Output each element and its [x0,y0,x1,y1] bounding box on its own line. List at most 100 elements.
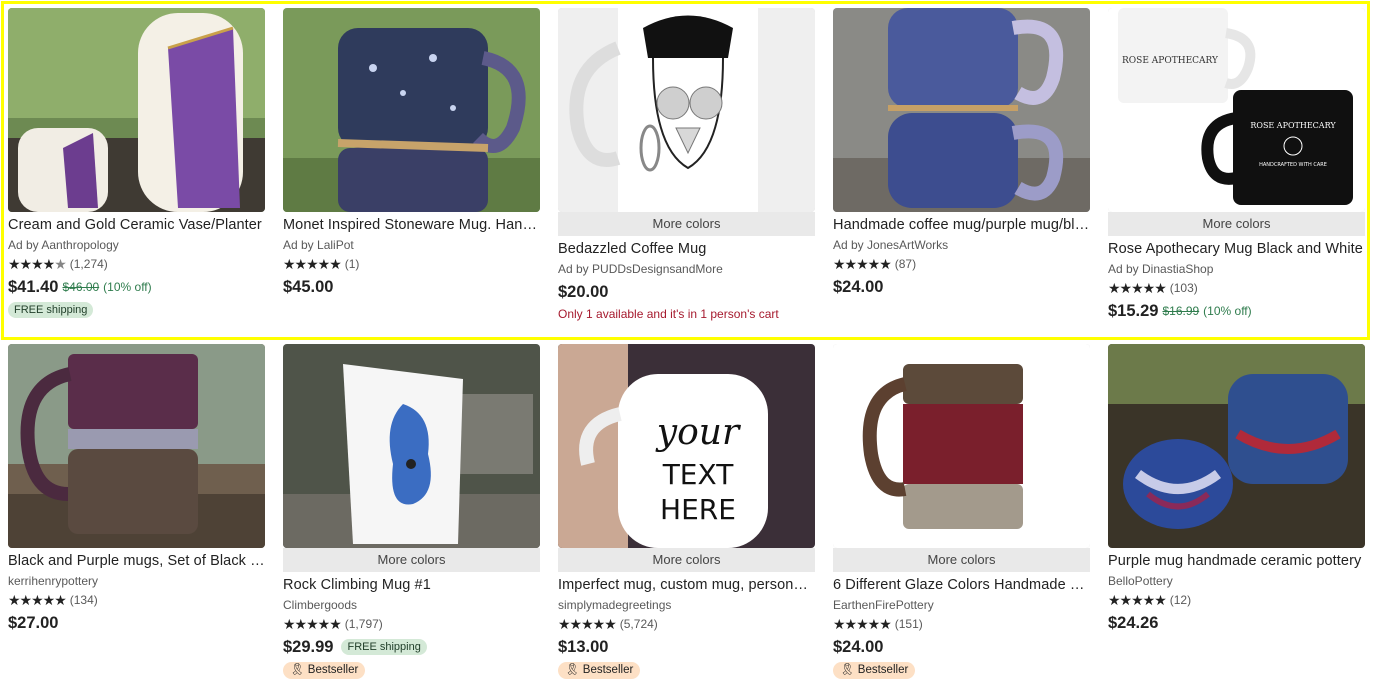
listing-image[interactable] [833,8,1090,212]
stars-icon: ★★★★★ [833,256,892,272]
bestseller-badge: 🎗 Bestseller [283,662,366,679]
price: $24.00 [833,277,884,296]
shop-name: Ad by DinastiaShop [1108,262,1214,276]
listing-image[interactable] [833,344,1090,548]
rating: ★★★★★ (151) [833,616,1090,632]
listing-card[interactable]: Cream and Gold Ceramic Vase/Planter Ad b… [8,8,265,318]
review-count: (151) [894,617,923,631]
price-row: $24.00 [833,636,1090,658]
price-row: $24.26 [1108,612,1365,634]
listing-title[interactable]: Purple mug handmade ceramic pottery [1108,552,1365,571]
listing-title[interactable]: Rose Apothecary Mug Black and White [1108,240,1365,259]
stars-icon: ★★★★★ [8,256,67,272]
listing-card[interactable]: Black and Purple mugs, Set of Black Mugs… [8,344,265,634]
price-row: $27.00 [8,612,265,634]
listing-title[interactable]: Rock Climbing Mug #1 [283,576,540,595]
stars-icon: ★★★★★ [283,256,342,272]
more-colors-label: More colors [1108,212,1365,236]
listing-title[interactable]: Bedazzled Coffee Mug [558,240,815,259]
review-count: (5,724) [619,617,658,631]
listing-title[interactable]: Monet Inspired Stoneware Mug. Handmade [283,216,540,235]
listing-title[interactable]: Black and Purple mugs, Set of Black Mugs [8,552,265,571]
price: $27.00 [8,613,59,632]
listing-card[interactable]: your TEXT HERE More colors Imperfect mug… [558,344,815,679]
listing-grid: Cream and Gold Ceramic Vase/Planter Ad b… [8,8,1366,680]
price: $20.00 [558,282,609,301]
listing-card[interactable]: ROSE APOTHECARY ROSE APOTHECARY HANDCRAF… [1108,8,1365,322]
shop-name: simplymadegreetings [558,598,672,612]
price-row: $13.00 [558,636,815,658]
stars-icon: ★★★★★ [8,592,67,608]
price-row: $41.40 $46.00 (10% off) [8,276,265,298]
mug-print-text: HERE [660,493,736,526]
mug-print-text: ROSE APOTHECARY [1250,121,1336,130]
listing-card[interactable]: Purple mug handmade ceramic pottery Bell… [1108,344,1365,634]
listing-card[interactable]: More colors Bedazzled Coffee Mug Ad by P… [558,8,815,321]
listing-image[interactable]: your TEXT HERE [558,344,815,548]
listing-image[interactable] [1108,344,1365,548]
listing-title[interactable]: Imperfect mug, custom mug, personalized … [558,576,815,595]
shop-name: Ad by LaliPot [283,238,354,252]
shop-name: Ad by JonesArtWorks [833,238,949,252]
review-count: (87) [894,257,917,271]
price: $29.99 [283,637,334,656]
listing-image[interactable] [8,344,265,548]
stars-icon: ★★★★★ [1108,592,1167,608]
listing-image[interactable] [283,8,540,212]
listing-image[interactable] [8,8,265,212]
listing-title[interactable]: Cream and Gold Ceramic Vase/Planter [8,216,265,235]
stock-notice: Only 1 available and it's in 1 person's … [558,307,779,321]
listing-title[interactable]: 6 Different Glaze Colors Handmade Mug [833,576,1090,595]
rating: ★★★★ ★ (1,274) [8,256,265,272]
shop-name: Ad by Aanthropology [8,238,119,252]
mug-print-subtext: HANDCRAFTED WITH CARE [1259,162,1327,168]
listing-card[interactable]: More colors 6 Different Glaze Colors Han… [833,344,1090,679]
shop-name: BelloPottery [1108,574,1173,588]
stars-icon: ★★★★★ [1108,280,1167,296]
stars-icon: ★★★★★ [283,616,342,632]
ribbon-icon: 🎗 [565,664,583,676]
price-row: $45.00 [283,276,540,298]
ribbon-icon: 🎗 [840,664,858,676]
rating: ★★★★★ (134) [8,592,265,608]
listing-card[interactable]: Monet Inspired Stoneware Mug. Handmade A… [283,8,540,298]
rating: ★★★★★ (12) [1108,592,1365,608]
discount: (10% off) [1203,304,1252,318]
listing-image[interactable] [283,344,540,548]
listing-row-1: Cream and Gold Ceramic Vase/Planter Ad b… [8,8,1366,344]
more-colors-label: More colors [283,548,540,572]
stars-icon: ★★★★★ [558,616,617,632]
review-count: (1,797) [344,617,383,631]
shop-name: Climbergoods [283,598,358,612]
more-colors-label: More colors [558,212,815,236]
review-count: (12) [1169,593,1192,607]
price-row: $29.99 FREE shipping [283,636,540,658]
price: $13.00 [558,637,609,656]
shop-name: kerrihenrypottery [8,574,99,588]
bestseller-badge: 🎗 Bestseller [833,662,916,679]
listing-title[interactable]: Handmade coffee mug/purple mug/blue mug [833,216,1090,235]
price: $45.00 [283,277,334,296]
price: $24.26 [1108,613,1159,632]
free-shipping-badge: FREE shipping [8,302,94,318]
mug-print-text: ROSE APOTHECARY [1122,56,1219,66]
listing-image[interactable]: ROSE APOTHECARY ROSE APOTHECARY HANDCRAF… [1108,8,1365,212]
shop-name: Ad by PUDDsDesignsandMore [558,262,723,276]
price-row: $20.00 [558,281,815,303]
discount: (10% off) [103,280,152,294]
listing-image[interactable] [558,8,815,212]
rating: ★★★★★ (87) [833,256,1090,272]
listing-card[interactable]: More colors Rock Climbing Mug #1 Climber… [283,344,540,679]
ribbon-icon: 🎗 [290,664,308,676]
review-count: (134) [69,593,98,607]
more-colors-label: More colors [558,548,815,572]
rating: ★★★★★ (5,724) [558,616,815,632]
price: $41.40 [8,277,59,296]
bestseller-badge: 🎗 Bestseller [558,662,641,679]
rating: ★★★★★ (103) [1108,280,1365,296]
listing-card[interactable]: Handmade coffee mug/purple mug/blue mug … [833,8,1090,298]
original-price: $16.99 [1162,304,1200,318]
mug-print-text: TEXT [662,458,734,491]
mug-print-text: your [655,412,741,453]
more-colors-label: More colors [833,548,1090,572]
